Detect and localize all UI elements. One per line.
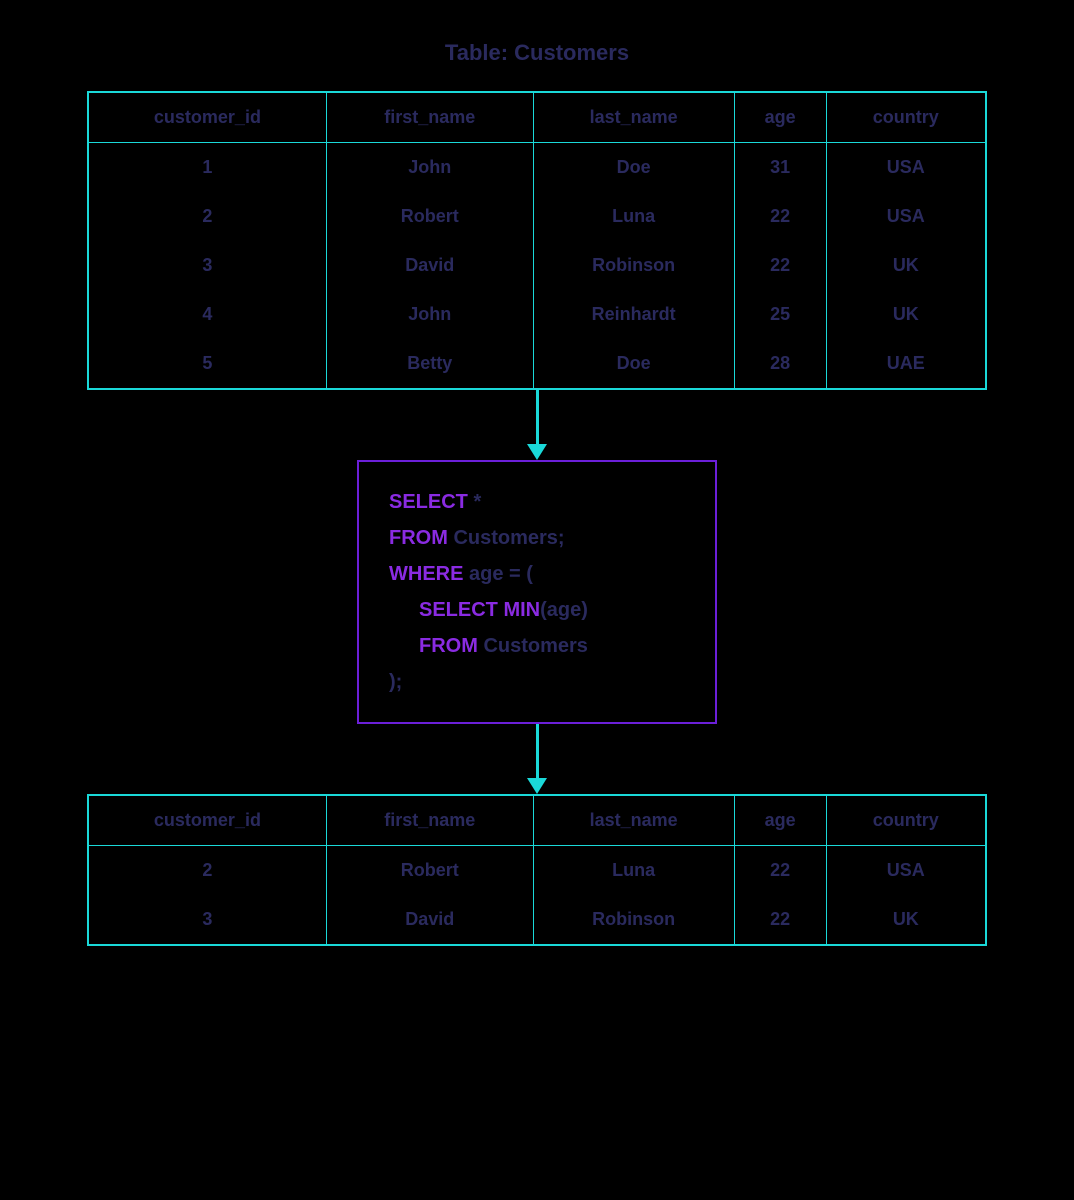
cell: USA: [826, 846, 986, 896]
col-header: customer_id: [88, 92, 326, 143]
cell: Robert: [326, 192, 533, 241]
diagram-title: Table: Customers: [445, 40, 629, 66]
col-header: country: [826, 795, 986, 846]
sql-line: SELECT MIN(age): [389, 592, 685, 628]
cell: Robinson: [533, 895, 734, 945]
cell: 22: [734, 241, 826, 290]
col-header: first_name: [326, 795, 533, 846]
table-row: 1 John Doe 31 USA: [88, 143, 986, 193]
col-header: last_name: [533, 795, 734, 846]
result-table: customer_id first_name last_name age cou…: [87, 794, 987, 946]
cell: UK: [826, 241, 986, 290]
col-header: age: [734, 92, 826, 143]
col-header: country: [826, 92, 986, 143]
cell: Reinhardt: [533, 290, 734, 339]
arrow-down-icon: [527, 390, 547, 460]
cell: UAE: [826, 339, 986, 389]
cell: David: [326, 241, 533, 290]
cell: 3: [88, 895, 326, 945]
cell: Doe: [533, 339, 734, 389]
cell: UK: [826, 290, 986, 339]
cell: 22: [734, 192, 826, 241]
source-table: customer_id first_name last_name age cou…: [87, 91, 987, 390]
sql-line: WHERE age = (: [389, 556, 685, 592]
cell: John: [326, 290, 533, 339]
sql-line: FROM Customers;: [389, 520, 685, 556]
cell: Luna: [533, 192, 734, 241]
cell: 2: [88, 192, 326, 241]
cell: David: [326, 895, 533, 945]
cell: Doe: [533, 143, 734, 193]
table-row: 4 John Reinhardt 25 UK: [88, 290, 986, 339]
table-row: 2 Robert Luna 22 USA: [88, 192, 986, 241]
col-header: last_name: [533, 92, 734, 143]
cell: Luna: [533, 846, 734, 896]
cell: Robert: [326, 846, 533, 896]
col-header: age: [734, 795, 826, 846]
arrow-down-icon: [527, 724, 547, 794]
cell: 28: [734, 339, 826, 389]
cell: 22: [734, 895, 826, 945]
sql-line: FROM Customers: [389, 628, 685, 664]
cell: Robinson: [533, 241, 734, 290]
cell: 5: [88, 339, 326, 389]
col-header: customer_id: [88, 795, 326, 846]
col-header: first_name: [326, 92, 533, 143]
sql-query-box: SELECT * FROM Customers; WHERE age = ( S…: [357, 460, 717, 724]
cell: John: [326, 143, 533, 193]
cell: 2: [88, 846, 326, 896]
cell: 22: [734, 846, 826, 896]
cell: 25: [734, 290, 826, 339]
table-row: 2 Robert Luna 22 USA: [88, 846, 986, 896]
cell: 3: [88, 241, 326, 290]
cell: UK: [826, 895, 986, 945]
table-row: 5 Betty Doe 28 UAE: [88, 339, 986, 389]
cell: 1: [88, 143, 326, 193]
sql-line: SELECT *: [389, 484, 685, 520]
cell: 31: [734, 143, 826, 193]
cell: Betty: [326, 339, 533, 389]
table-row: 3 David Robinson 22 UK: [88, 895, 986, 945]
cell: 4: [88, 290, 326, 339]
sql-line: );: [389, 664, 685, 700]
cell: USA: [826, 192, 986, 241]
table-row: 3 David Robinson 22 UK: [88, 241, 986, 290]
cell: USA: [826, 143, 986, 193]
